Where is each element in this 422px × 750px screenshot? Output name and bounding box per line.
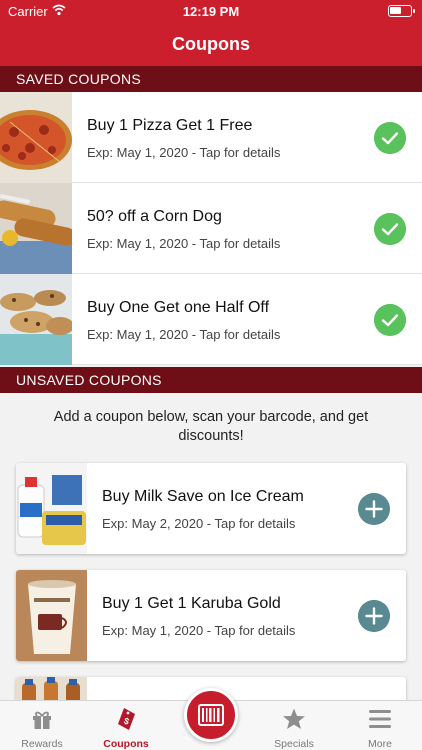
scan-barcode-button[interactable]: [184, 688, 238, 742]
pizza-image: [0, 92, 72, 183]
tab-label: More: [368, 738, 392, 750]
status-bar: Carrier 12:19 PM: [0, 0, 422, 22]
cookies-image: [0, 274, 72, 365]
coupon-title: Buy 1 Pizza Get 1 Free: [87, 117, 253, 134]
coupon-tag-icon: $: [118, 708, 135, 730]
coupon-title: 50? off a Corn Dog: [87, 208, 222, 225]
coupon-expiry: Exp: May 1, 2020 - Tap for details: [87, 145, 281, 160]
tab-label: Rewards: [21, 738, 63, 750]
coupon-expiry: Exp: May 1, 2020 - Tap for details: [87, 236, 281, 251]
unsaved-coupons-header: UNSAVED COUPONS: [0, 367, 422, 393]
gift-icon: [33, 711, 51, 729]
plus-icon[interactable]: [358, 600, 390, 632]
saved-coupons-header: SAVED COUPONS: [0, 66, 422, 92]
check-icon[interactable]: [374, 304, 406, 336]
unsaved-coupon-card[interactable]: Buy Milk Save on Ice Cream Exp: May 2, 2…: [16, 463, 406, 554]
menu-icon: [369, 710, 391, 728]
corn-dog-image: [0, 183, 72, 274]
plus-icon[interactable]: [358, 493, 390, 525]
saved-coupon-row[interactable]: Buy 1 Pizza Get 1 Free Exp: May 1, 2020 …: [0, 92, 422, 183]
tab-coupons[interactable]: $ Coupons: [84, 701, 168, 750]
coupon-title: Buy One Get one Half Off: [87, 299, 270, 316]
tab-specials[interactable]: Specials: [252, 701, 336, 750]
coupon-title: Buy Milk Save on Ice Cream: [102, 488, 304, 505]
battery-icon: [388, 5, 415, 17]
tab-more[interactable]: More: [338, 701, 422, 750]
milk-ice-cream-image: [16, 463, 87, 554]
barcode-icon: [198, 704, 224, 726]
check-icon[interactable]: [374, 122, 406, 154]
unsaved-coupon-card[interactable]: Buy 1 Get 1 Karuba Gold Exp: May 1, 2020…: [16, 570, 406, 661]
tab-label: Specials: [274, 738, 314, 750]
coupon-expiry: Exp: May 1, 2020 - Tap for details: [102, 623, 296, 638]
saved-coupon-row[interactable]: 50? off a Corn Dog Exp: May 1, 2020 - Ta…: [0, 183, 422, 274]
saved-coupon-row[interactable]: Buy One Get one Half Off Exp: May 1, 202…: [0, 274, 422, 365]
karuba-cup-image: [16, 570, 87, 661]
clock: 12:19 PM: [182, 4, 240, 19]
page-title: Coupons: [0, 22, 422, 66]
tab-rewards[interactable]: Rewards: [0, 701, 84, 750]
coupon-expiry: Exp: May 1, 2020 - Tap for details: [87, 327, 281, 342]
tab-label: Coupons: [103, 738, 149, 750]
check-icon[interactable]: [374, 213, 406, 245]
coupon-expiry: Exp: May 2, 2020 - Tap for details: [102, 516, 296, 531]
coupon-title: Buy 1 Get 1 Karuba Gold: [102, 595, 281, 612]
helper-text: Add a coupon below, scan your barcode, a…: [53, 409, 369, 444]
star-icon: [283, 708, 305, 729]
